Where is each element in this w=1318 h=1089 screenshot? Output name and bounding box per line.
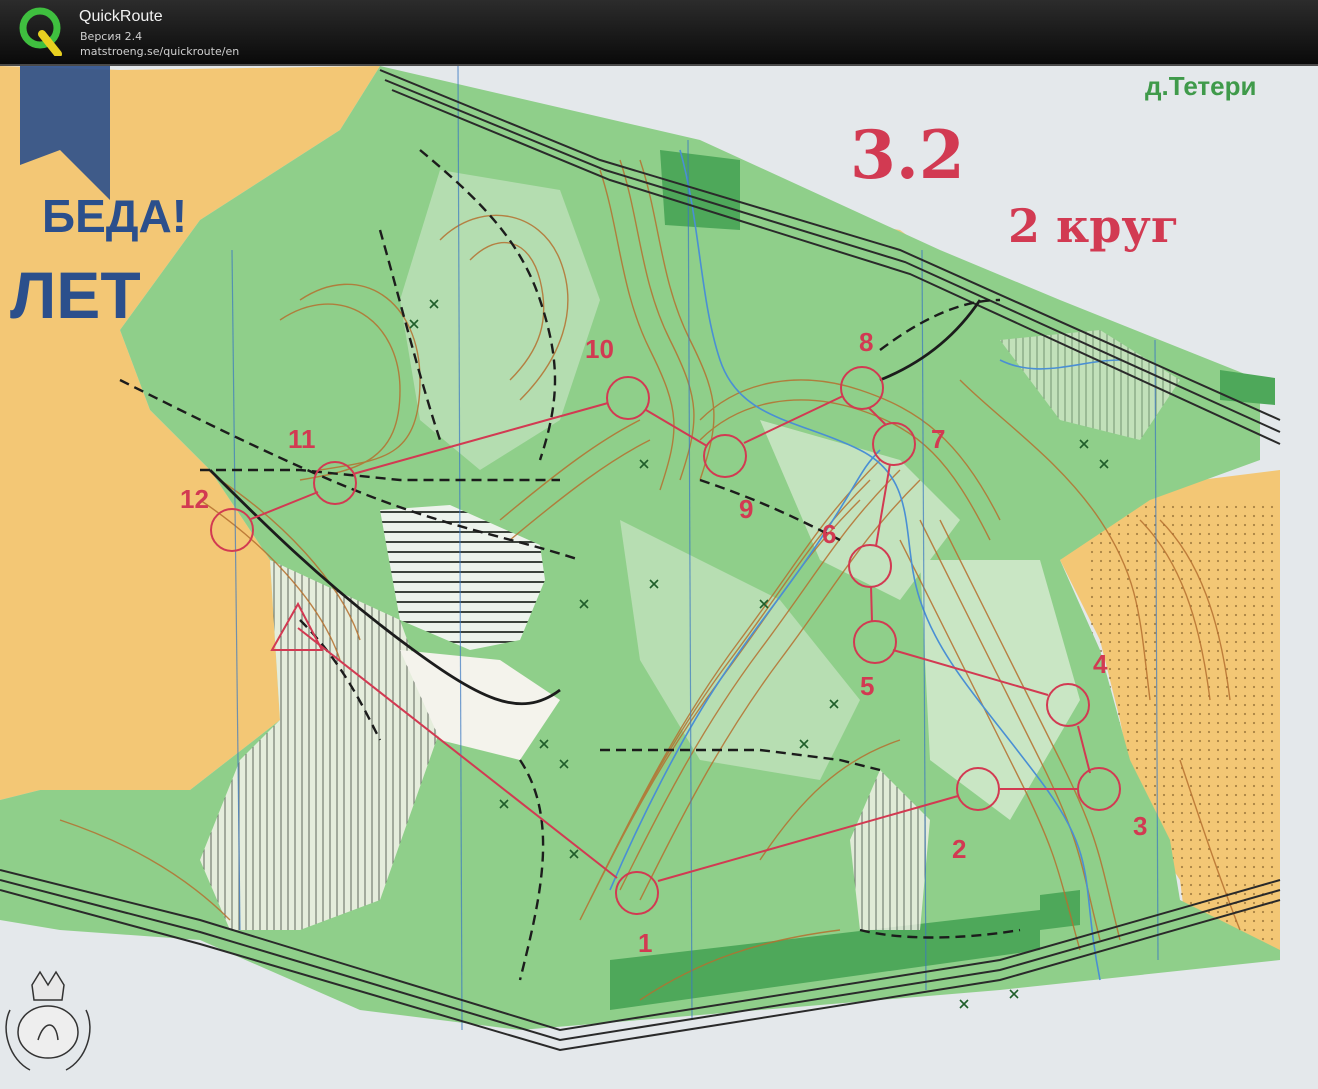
app-url[interactable]: matstroeng.se/quickroute/en <box>80 45 239 58</box>
village-label: д.Тетери <box>1145 71 1257 101</box>
dense-forest-patch <box>1040 890 1080 930</box>
course-subtitle: 2 круг <box>1008 199 1179 253</box>
control-number-3: 3 <box>1133 811 1147 841</box>
app-version: Версия 2.4 <box>80 30 143 43</box>
control-number-4: 4 <box>1093 649 1108 679</box>
quickroute-logo-icon <box>19 7 62 56</box>
leg-5-6 <box>870 585 873 623</box>
control-number-6: 6 <box>822 519 836 549</box>
control-number-7: 7 <box>931 424 945 454</box>
map-view[interactable]: БЕДА! ЛЕТ 1 2 3 4 5 6 7 8 9 10 11 12 3.2… <box>0 66 1318 1089</box>
orienteering-map[interactable]: БЕДА! ЛЕТ 1 2 3 4 5 6 7 8 9 10 11 12 3.2… <box>0 66 1318 1089</box>
control-number-8: 8 <box>859 327 873 357</box>
control-number-12: 12 <box>180 484 209 514</box>
course-title: 3.2 <box>850 116 965 194</box>
control-number-2: 2 <box>952 834 966 864</box>
poster-text-2: ЛЕТ <box>10 258 141 332</box>
title-bar: QuickRoute Версия 2.4 matstroeng.se/quic… <box>0 0 1318 66</box>
control-number-5: 5 <box>860 671 874 701</box>
control-number-10: 10 <box>585 334 614 364</box>
control-number-11: 11 <box>288 424 316 454</box>
control-number-1: 1 <box>638 928 652 958</box>
poster-text-1: БЕДА! <box>42 190 187 242</box>
app-title: QuickRoute <box>79 8 163 25</box>
control-number-9: 9 <box>739 494 753 524</box>
